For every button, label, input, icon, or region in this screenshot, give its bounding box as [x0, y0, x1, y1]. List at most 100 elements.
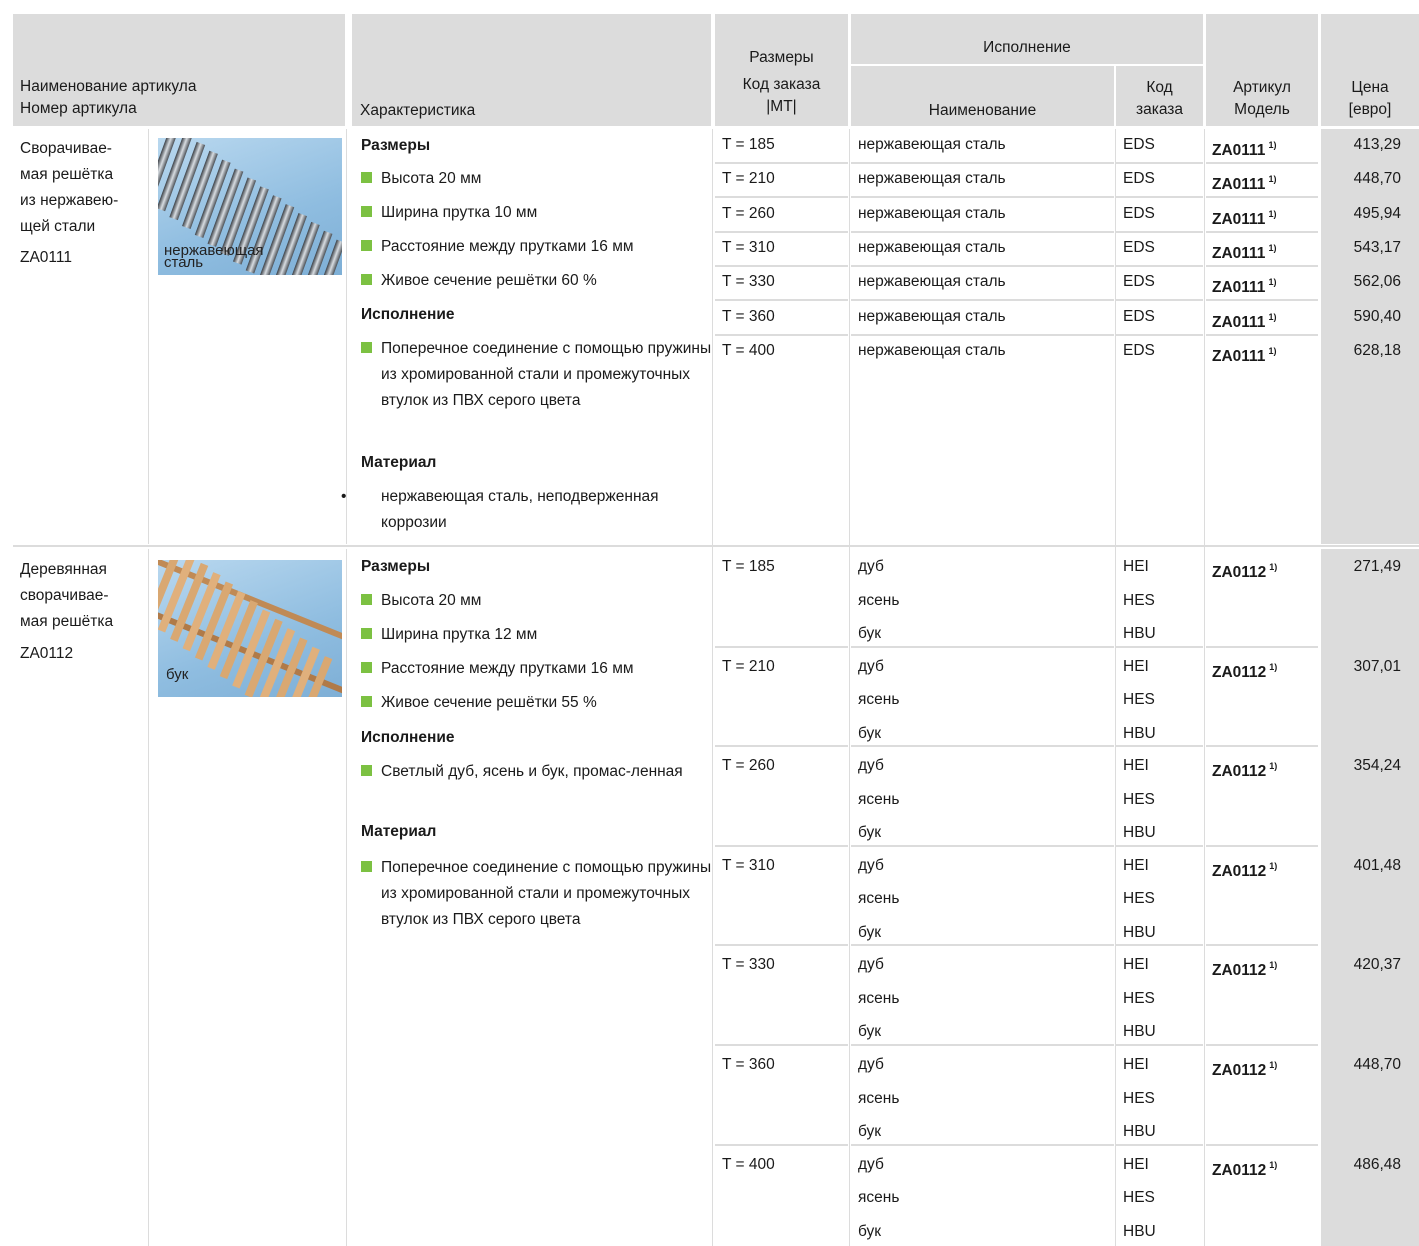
row-price: 562,06 [1353, 273, 1401, 291]
row-separator [1206, 1143, 1318, 1146]
row-article: ZA0111 1) [1212, 307, 1276, 333]
photo-label-line: бук [166, 666, 189, 683]
row-separator [851, 1143, 1114, 1146]
green-bullet-icon [361, 206, 372, 217]
row-code: EDS [1123, 341, 1155, 359]
stainless-grating-photo: нержавеющая сталь [158, 138, 342, 275]
header-size-line3: |MT| [766, 98, 797, 115]
row-article: ZA0111 1) [1212, 204, 1276, 230]
row-variant-name: дуб [858, 558, 884, 575]
product-separator [13, 545, 1419, 547]
footnote-marker: 1) [1268, 277, 1277, 288]
divider [148, 129, 149, 544]
row-separator [715, 230, 848, 233]
row-size: T = 310 [722, 238, 775, 256]
feature-item: Поперечное соединение с помощью пружины … [361, 336, 721, 414]
row-size: T = 260 [722, 757, 775, 775]
row-separator [1321, 1143, 1419, 1146]
feature-item: Расстояние между прутками 16 мм [361, 237, 634, 257]
article-code: ZA0112 [1212, 663, 1267, 681]
row-variant-name: бук [858, 724, 882, 742]
row-separator [1116, 299, 1203, 302]
divider [849, 129, 850, 1246]
row-price: 413,29 [1353, 136, 1401, 153]
row-variant-code: HES [1123, 591, 1155, 609]
article-code: ZA0112 [1212, 962, 1267, 980]
article-code: ZA0112 [1212, 1161, 1267, 1179]
article-code: ZA0112 [1212, 564, 1267, 581]
row-article: ZA0111 1) [1212, 272, 1276, 298]
green-bullet-icon [361, 696, 372, 707]
row-separator [1321, 162, 1419, 164]
article-code: ZA0112 [1212, 862, 1267, 880]
row-separator [715, 333, 848, 336]
footnote-marker: 1) [1269, 1060, 1278, 1070]
row-size: T = 310 [722, 856, 775, 874]
row-separator [1321, 264, 1419, 267]
row-separator [1116, 230, 1203, 233]
row-separator [1116, 333, 1203, 336]
price-table: Наименование артикула Номер артикула Хар… [0, 0, 1419, 1246]
row-article: ZA0112 1) [1212, 657, 1277, 683]
row-separator [1206, 230, 1318, 233]
article-code: ZA0112 [1212, 1062, 1267, 1079]
row-separator [1116, 264, 1203, 267]
green-bullet-icon [361, 274, 372, 285]
product-name-line: мая решётка [20, 613, 114, 630]
row-separator [1321, 944, 1419, 947]
row-exec: нержавеющая сталь [858, 307, 1006, 325]
row-code: EDS [1123, 273, 1155, 291]
row-separator [1116, 196, 1203, 199]
footnote-marker: 1) [1269, 860, 1278, 871]
row-variant-code: HEI [1123, 657, 1149, 675]
row-separator [851, 1044, 1114, 1046]
row-price: 307,01 [1353, 657, 1401, 675]
row-separator [851, 264, 1114, 267]
footnote-marker: 1) [1268, 208, 1277, 219]
section-title: Исполнение [361, 306, 455, 323]
footnote-marker: 1) [1269, 761, 1278, 772]
row-price: 590,40 [1353, 307, 1401, 325]
row-variant-code: HES [1123, 1189, 1155, 1207]
row-separator [715, 645, 848, 648]
header-name-line1: Наименование артикула [20, 78, 197, 95]
row-variant-code: HEI [1123, 956, 1149, 974]
header-article-line1: Артикул [1233, 79, 1291, 96]
row-separator [1116, 1044, 1203, 1046]
row-exec: нержавеющая сталь [858, 204, 1006, 222]
feature-item: Живое сечение решётки 55 % [361, 693, 597, 713]
row-separator [1116, 844, 1203, 847]
footnote-marker: 1) [1268, 174, 1277, 185]
row-price: 543,17 [1353, 238, 1401, 256]
row-size: T = 360 [722, 1056, 775, 1073]
row-separator [1116, 745, 1203, 748]
row-variant-name: ясень [858, 890, 900, 908]
product-number: ZA0111 [20, 249, 72, 266]
row-size: T = 210 [722, 170, 775, 188]
row-separator [715, 1044, 848, 1046]
row-separator [1116, 645, 1203, 648]
row-separator [715, 196, 848, 199]
row-variant-name: бук [858, 625, 882, 642]
price-column-bg-1 [1321, 129, 1419, 544]
feature-item: Ширина прутка 10 мм [361, 203, 537, 223]
row-variant-code: HEI [1123, 856, 1149, 874]
row-separator [715, 162, 848, 164]
section-title: Размеры [361, 137, 431, 154]
row-size: T = 330 [722, 273, 775, 291]
article-code: ZA0111 [1212, 176, 1266, 194]
row-variant-name: дуб [858, 856, 884, 874]
row-separator [715, 264, 848, 267]
row-article: ZA0112 1) [1212, 856, 1277, 882]
section-title: Материал [361, 454, 437, 471]
footnote-marker: 1) [1269, 960, 1278, 971]
green-bullet-icon [361, 765, 372, 776]
row-variant-name: бук [858, 1222, 882, 1240]
header-size-line1: Размеры [749, 49, 814, 66]
row-variant-name: бук [858, 923, 882, 941]
row-variant-name: бук [858, 824, 882, 842]
row-exec: нержавеющая сталь [858, 273, 1006, 291]
row-size: T = 185 [722, 558, 775, 575]
row-exec: нержавеющая сталь [858, 238, 1006, 256]
product-name-line: Деревянная [20, 561, 107, 578]
